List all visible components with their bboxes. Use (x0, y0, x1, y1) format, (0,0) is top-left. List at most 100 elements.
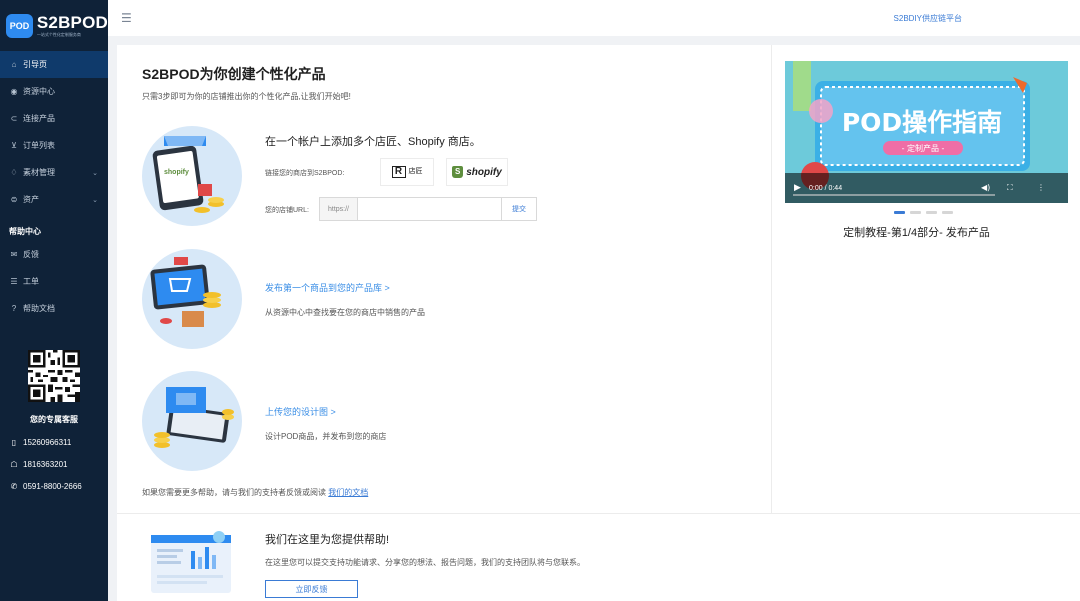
sidebar-item-tickets[interactable]: ☰ 工单 (0, 268, 108, 295)
chevron-down-icon: ⌄ (92, 169, 98, 177)
sidebar-item-guide[interactable]: ⌂ 引导页 (0, 51, 108, 78)
top-bar: ☰ S2BDIY供应链平台 (108, 0, 1080, 36)
video-caption: 定制教程-第1/4部分- 发布产品 (843, 227, 990, 239)
sidebar-item-feedback[interactable]: ✉ 反馈 (0, 241, 108, 268)
sidebar-nav: ⌂ 引导页 ◉ 资源中心 ⊂ 连接产品 ⊻ 订单列表 ♢ 素材管理 ⌄ ⊜ 资产… (0, 51, 108, 213)
platform-link[interactable]: S2BDIY供应链平台 (894, 13, 962, 24)
carousel-dot[interactable] (926, 211, 937, 214)
dianjiang-logo-icon: R (391, 166, 406, 178)
menu-toggle-icon[interactable]: ☰ (121, 11, 132, 25)
help-description: 在这里您可以提交支持功能请求、分享您的想法、报告问题，我们的支持团队将与您联系。 (265, 558, 585, 567)
video-progress-track (793, 194, 995, 196)
contact-value: 1816363201 (23, 459, 68, 469)
sidebar-item-label: 帮助文档 (23, 304, 55, 313)
store-illustration: shopify (142, 126, 242, 226)
feedback-button[interactable]: 立即反馈 (265, 580, 358, 598)
sidebar-item-label: 引导页 (23, 60, 47, 69)
sidebar-item-label: 资产 (23, 195, 39, 204)
main-card: S2BPOD为你创建个性化产品 只需3步即可为你的店铺推出你的个性化产品,让我们… (117, 45, 1080, 601)
column-divider (771, 45, 772, 513)
link-store-label: 链接您的商店到S2BPOD: (265, 170, 345, 177)
sidebar-item-label: 订单列表 (23, 141, 55, 150)
sidebar-item-label: 素材管理 (23, 168, 55, 177)
sidebar-item-label: 反馈 (23, 250, 39, 259)
help-nav: ✉ 反馈 ☰ 工单 ? 帮助文档 (0, 241, 108, 322)
telephone-icon: ✆ (10, 481, 18, 491)
cart-icon: ⊻ (11, 141, 17, 150)
contact-value: 0591-8800-2666 (23, 481, 82, 491)
carousel-dot[interactable] (942, 211, 953, 214)
shopify-bag-icon: S (452, 166, 464, 178)
docs-link[interactable]: 我们的文档 (328, 488, 368, 497)
step2-description: 从资源中心中查找要在您的商店中销售的产品 (265, 308, 425, 317)
service-title: 您的专属客服 (30, 415, 78, 424)
brand-name: S2BPOD (36, 12, 108, 32)
play-icon: ▶ (794, 183, 801, 193)
step1-title: 在一个帐户上添加多个店匠、Shopify 商店。 (265, 136, 481, 148)
contact-phone: ▯ 15260966311 (0, 431, 108, 453)
sidebar-item-docs[interactable]: ? 帮助文档 (0, 295, 108, 322)
question-icon: ? (11, 304, 17, 313)
sidebar-item-materials[interactable]: ♢ 素材管理 ⌄ (0, 159, 108, 186)
link-icon: ⊂ (10, 114, 18, 123)
help-center-title: 帮助中心 (9, 227, 41, 236)
store-url-input[interactable] (358, 198, 501, 220)
video-banner-title: POD操作指南 (842, 108, 1002, 137)
eye-icon: ◉ (10, 87, 18, 96)
sidebar-item-label: 资源中心 (23, 87, 55, 96)
fullscreen-icon: ⛶ (1006, 183, 1013, 192)
help-illustration (147, 527, 242, 601)
wallet-icon: ⊜ (10, 195, 18, 204)
more-options-icon: ⋮ (1037, 183, 1045, 192)
publish-product-link[interactable]: 发布第一个商品到您的产品库 > (265, 281, 390, 294)
store-name: shopify (466, 166, 502, 178)
sidebar-item-label: 连接产品 (23, 114, 55, 123)
carousel-dot[interactable] (910, 211, 921, 214)
mail-icon: ✉ (10, 250, 18, 259)
brand-tagline: 一站式个性化定制服务商 (36, 31, 81, 37)
contact-telephone: ✆ 0591-8800-2666 (0, 475, 108, 497)
sidebar-item-resources[interactable]: ◉ 资源中心 (0, 78, 108, 105)
qr-code (28, 350, 80, 402)
sidebar: POD S2BPOD 一站式个性化定制服务商 ⌂ 引导页 ◉ 资源中心 ⊂ 连接… (0, 0, 108, 601)
page-title: S2BPOD为你创建个性化产品 (142, 66, 326, 82)
url-prefix: https:// (320, 198, 358, 220)
contact-qq: ☖ 1816363201 (0, 453, 108, 475)
page-subtitle: 只需3步即可为你的店铺推出你的个性化产品,让我们开始吧! (142, 92, 351, 101)
svg-text:shopify: shopify (164, 169, 189, 176)
section-divider (117, 513, 1080, 514)
store-url-label: 您的店铺URL: (265, 207, 309, 214)
contact-value: 15260966311 (23, 437, 72, 447)
sidebar-item-label: 工单 (23, 277, 39, 286)
guide-section: S2BPOD为你创建个性化产品 只需3步即可为你的店铺推出你的个性化产品,让我们… (117, 45, 771, 513)
carousel-indicators (894, 211, 953, 214)
video-banner-subtitle: - 定制产品 - (902, 143, 945, 153)
carousel-dot[interactable] (894, 211, 905, 214)
tutorial-video[interactable]: POD操作指南 - 定制产品 - ▶ 0:00 / 0:44 ◀) ⛶ ⋮ (785, 61, 1068, 203)
design-illustration (142, 371, 242, 471)
help-title: 我们在这里为您提供帮助! (265, 534, 390, 546)
sidebar-item-connect-products[interactable]: ⊂ 连接产品 (0, 105, 108, 132)
help-note: 如果您需要更多帮助，请与我们的支持者反馈或阅读 我们的文档 (142, 487, 368, 498)
submit-button[interactable]: 提交 (501, 198, 536, 220)
sidebar-item-orders[interactable]: ⊻ 订单列表 (0, 132, 108, 159)
store-name: 店匠 (408, 168, 423, 175)
phone-icon: ▯ (11, 437, 17, 447)
list-icon: ☰ (10, 277, 18, 286)
store-url-group: https:// 提交 (319, 197, 537, 221)
volume-icon: ◀) (981, 183, 990, 192)
store-button-dianjiang[interactable]: R 店匠 (380, 158, 434, 186)
video-time: 0:00 / 0:44 (809, 185, 842, 192)
logo[interactable]: POD S2BPOD 一站式个性化定制服务商 (0, 0, 108, 51)
home-icon: ⌂ (11, 60, 17, 69)
store-button-shopify[interactable]: S shopify (446, 158, 508, 186)
qq-icon: ☖ (10, 459, 18, 469)
chevron-down-icon: ⌄ (92, 196, 98, 204)
sidebar-item-assets[interactable]: ⊜ 资产 ⌄ (0, 186, 108, 213)
help-note-text: 如果您需要更多帮助，请与我们的支持者反馈或阅读 (142, 488, 329, 497)
product-illustration (142, 249, 242, 349)
step3-description: 设计POD商品，并发布到您的商店 (265, 432, 387, 441)
upload-design-link[interactable]: 上传您的设计图 > (265, 405, 336, 418)
gift-icon: ♢ (10, 168, 18, 177)
logo-badge: POD (6, 13, 33, 38)
